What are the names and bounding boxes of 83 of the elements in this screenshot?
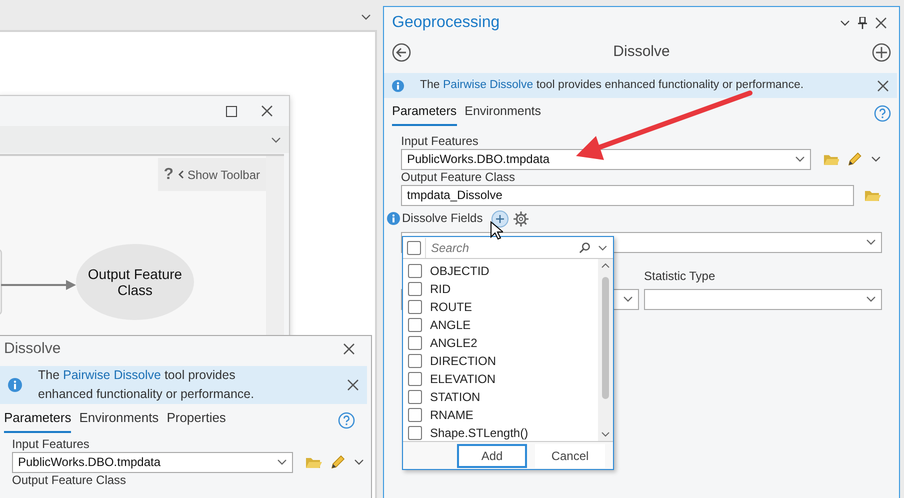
help-icon[interactable] — [874, 105, 891, 122]
field-option[interactable]: ELEVATION — [403, 370, 613, 388]
checkbox[interactable] — [408, 336, 422, 350]
caret-icon[interactable] — [866, 239, 876, 246]
field-option[interactable]: STATION — [403, 388, 613, 406]
caret-icon[interactable] — [871, 156, 881, 162]
tab[interactable]: Properties — [166, 408, 226, 432]
caret-icon[interactable] — [361, 14, 371, 20]
scroll-thumb[interactable] — [602, 277, 609, 399]
tab[interactable]: Parameters — [4, 408, 72, 432]
checkbox[interactable] — [408, 282, 422, 296]
help-icon[interactable] — [338, 412, 355, 429]
tab[interactable]: Environments — [79, 408, 159, 432]
close-icon[interactable] — [347, 379, 359, 391]
settings-icon[interactable] — [512, 210, 529, 227]
close-icon[interactable] — [875, 17, 887, 29]
search-icon[interactable] — [578, 242, 590, 254]
caret-icon[interactable] — [866, 296, 876, 302]
field-option[interactable]: RNAME — [403, 406, 613, 424]
field-option[interactable]: Shape.STLength() — [403, 424, 613, 441]
add-icon[interactable] — [872, 42, 891, 62]
caret-icon[interactable] — [598, 244, 607, 250]
checkbox[interactable] — [408, 354, 422, 368]
pencil-icon[interactable] — [847, 151, 864, 168]
field-label: Input Features — [401, 134, 480, 149]
scrollbar[interactable] — [598, 259, 613, 441]
info-icon — [392, 80, 404, 92]
text-field[interactable]: tmpdata_Dissolve — [401, 184, 854, 206]
dropdown-field[interactable] — [644, 288, 882, 310]
checkbox[interactable] — [408, 390, 422, 404]
pencil-icon[interactable] — [330, 454, 346, 470]
checkbox[interactable] — [408, 264, 422, 278]
node-label: Output Feature Class — [86, 266, 184, 298]
maximize-icon[interactable] — [226, 106, 237, 116]
checkbox[interactable] — [408, 300, 422, 314]
info-message: The Pairwise Dissolve tool provides enhanced functionality or performance. — [420, 78, 805, 93]
model-node[interactable]: Output Feature Class — [76, 244, 194, 320]
dialog-button[interactable]: Add — [457, 444, 527, 468]
scroll-up-icon[interactable] — [601, 263, 610, 268]
field-option[interactable]: DIRECTION — [403, 352, 613, 370]
close-icon[interactable] — [261, 105, 273, 117]
pin-icon[interactable] — [858, 17, 867, 29]
caret-icon[interactable] — [794, 156, 805, 162]
tab[interactable]: Environments — [464, 102, 542, 126]
dialog-button[interactable]: Cancel — [535, 444, 605, 468]
field-label: Statistic Type — [644, 268, 716, 285]
field-option[interactable]: OBJECTID — [403, 262, 613, 280]
field-label: Output Feature Class — [12, 472, 128, 488]
field-option[interactable]: ANGLE — [403, 316, 613, 334]
checkbox[interactable] — [408, 318, 422, 332]
back-icon[interactable] — [392, 42, 411, 62]
dropdown-field[interactable]: PublicWorks.DBO.tmpdata — [401, 148, 811, 170]
field-option[interactable]: ANGLE2 — [403, 334, 613, 352]
checkbox[interactable] — [408, 408, 422, 422]
caret-icon[interactable] — [354, 459, 364, 465]
field-option[interactable]: RID — [403, 280, 613, 298]
close-icon[interactable] — [877, 80, 889, 92]
tool-title: Dissolve — [612, 42, 671, 62]
select-all-checkbox[interactable] — [407, 240, 421, 254]
caret-icon[interactable] — [623, 296, 633, 302]
field-label: Dissolve Fields — [402, 211, 483, 226]
field-option[interactable]: ROUTE — [403, 298, 613, 316]
add-field-icon[interactable] — [490, 210, 509, 228]
caret-icon[interactable] — [277, 459, 287, 465]
field-label: Input Features — [12, 436, 90, 452]
tab[interactable]: Parameters — [392, 102, 457, 126]
info-icon — [8, 378, 22, 392]
checkbox[interactable] — [408, 426, 422, 440]
field-label: Output Feature Class — [401, 170, 516, 185]
scroll-down-icon[interactable] — [601, 432, 610, 437]
chevron-left-icon — [178, 170, 184, 179]
dialog-title: Dissolve — [4, 338, 61, 359]
close-icon[interactable] — [343, 343, 355, 355]
tool-link[interactable]: Pairwise Dissolve — [63, 368, 161, 382]
pane-title: Geoprocessing — [392, 13, 500, 33]
checkbox[interactable] — [408, 372, 422, 386]
show-toolbar-button[interactable]: ? Show Toolbar — [158, 158, 266, 191]
options-icon[interactable] — [840, 20, 850, 26]
caret-icon[interactable] — [271, 136, 281, 142]
info-icon — [387, 212, 400, 226]
dropdown-field[interactable]: PublicWorks.DBO.tmpdata — [12, 452, 293, 472]
tool-link[interactable]: Pairwise Dissolve — [443, 78, 534, 91]
info-message: The Pairwise Dissolve tool provides enhanced functionality or performance. — [38, 367, 256, 403]
